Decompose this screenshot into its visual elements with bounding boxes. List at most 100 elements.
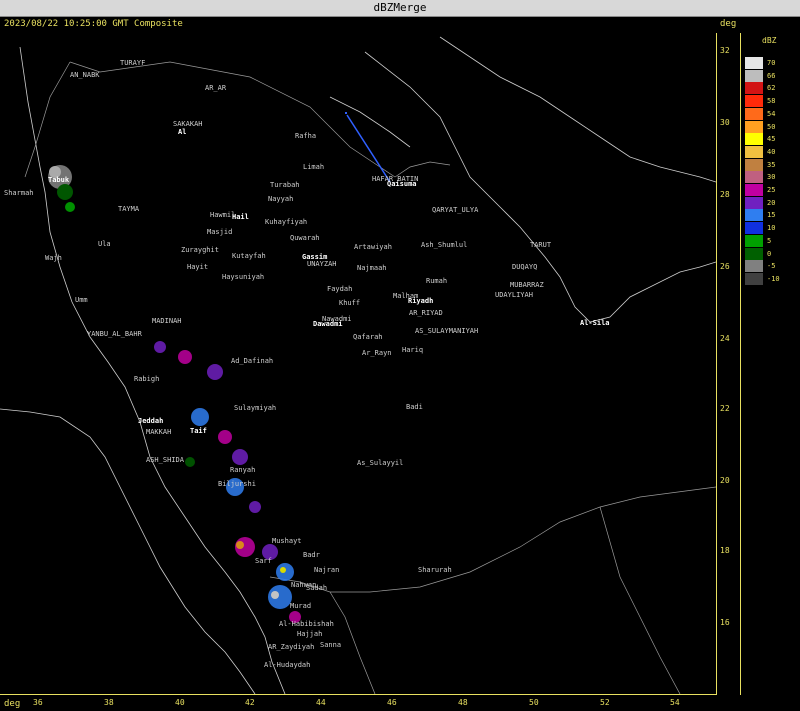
- legend-swatch: [745, 133, 763, 146]
- legend-swatch: [745, 158, 763, 171]
- city-label: Qaisuma: [387, 180, 417, 188]
- city-label: Ranyah: [230, 466, 256, 474]
- border-oman: [599, 506, 681, 694]
- legend-swatch: [745, 171, 763, 184]
- radar-streak: [345, 112, 347, 114]
- legend-level-label: 45: [767, 135, 776, 144]
- legend-level-label: 10: [767, 224, 776, 233]
- legend-swatch: [745, 69, 763, 82]
- longitude-tick-label: 40: [175, 698, 185, 707]
- legend-level-label: -10: [767, 274, 780, 283]
- city-label: Artawiyah: [354, 243, 392, 251]
- legend-level-label: 5: [767, 236, 772, 245]
- border-yemen: [269, 486, 716, 593]
- city-label: Kutayfah: [232, 252, 266, 260]
- legend-swatch: [745, 145, 763, 158]
- legend-level-label: 35: [767, 160, 776, 169]
- legend-swatch: [745, 196, 763, 209]
- city-label: Wajh: [45, 254, 62, 262]
- city-label: YANBU_AL_BAHR: [87, 330, 142, 338]
- city-label: Sanna: [320, 641, 342, 649]
- longitude-tick-label: 54: [670, 698, 680, 707]
- city-label: Rumah: [426, 277, 448, 285]
- legend-swatch: [745, 222, 763, 235]
- legend-level-label: 15: [767, 211, 776, 220]
- city-label: Qafarah: [353, 333, 383, 341]
- longitude-tick-label: 46: [387, 698, 397, 707]
- city-label: Sadah: [306, 584, 328, 592]
- legend-level-label: 58: [767, 97, 776, 106]
- legend-level-label: 54: [767, 109, 776, 118]
- city-label: Zurayghit: [181, 246, 219, 254]
- legend-title: dBZ: [762, 36, 777, 45]
- latitude-tick-label: 22: [720, 404, 730, 413]
- city-label: Rabigh: [134, 375, 160, 383]
- city-label: Ash_Shumlul: [421, 241, 468, 249]
- legend-level-label: 40: [767, 147, 776, 156]
- city-label: ASH_SHIDA: [146, 456, 184, 464]
- legend-level-label: 20: [767, 198, 776, 207]
- city-label: Khuff: [339, 299, 361, 307]
- city-label: AR_AR: [205, 84, 227, 92]
- longitude-tick-label: 38: [104, 698, 114, 707]
- city-label: Hajjah: [297, 630, 323, 638]
- city-label: TAYMA: [118, 205, 140, 213]
- legend-level-label: 30: [767, 173, 776, 182]
- legend-level-label: 62: [767, 84, 776, 93]
- legend-level-label: 66: [767, 71, 776, 80]
- city-label: Masjid: [207, 228, 233, 236]
- legend-level-label: 0: [767, 249, 772, 258]
- legend-swatch: [745, 82, 763, 95]
- city-label: Sulaymiyah: [234, 404, 277, 412]
- city-label: Rafha: [295, 132, 317, 140]
- legend-swatch: [745, 234, 763, 247]
- city-label: UDAYLIYAH: [495, 291, 533, 299]
- city-label: AR_RIYAD: [409, 309, 443, 317]
- city-label: As_Sulayyil: [357, 459, 404, 467]
- city-label: Hayit: [187, 263, 209, 271]
- border-north: [69, 61, 396, 178]
- border-jordan: [24, 61, 71, 178]
- city-label: Ar_Rayn: [362, 349, 392, 357]
- city-label: Quwarah: [290, 234, 320, 242]
- legend-swatch: [745, 120, 763, 133]
- city-label: AN_NABK: [70, 71, 100, 79]
- coastline-gulf-east: [439, 36, 716, 183]
- city-label: Najran: [314, 566, 340, 574]
- timestamp-label: 2023/08/22 10:25:00 GMT Composite: [4, 19, 183, 29]
- city-label: Sharurah: [418, 566, 452, 574]
- city-label: Faydah: [327, 285, 353, 293]
- city-label: Al-Sila: [580, 319, 610, 327]
- city-label: Ula: [98, 240, 111, 248]
- latitude-tick-label: 16: [720, 618, 730, 627]
- city-label: Badi: [406, 403, 423, 411]
- city-label: MUBARRAZ: [510, 281, 544, 289]
- latitude-tick-label: 28: [720, 190, 730, 199]
- coastline-iraq: [329, 96, 411, 148]
- city-label: Ad_Dafinah: [231, 357, 274, 365]
- window-title: dBZMerge: [373, 1, 427, 14]
- city-label: MADINAH: [152, 317, 182, 325]
- city-label: Al-Habibishah: [279, 620, 334, 628]
- city-label: Jeddah: [138, 417, 164, 425]
- city-label: Haysuniyah: [222, 273, 265, 281]
- map-geography: [0, 36, 716, 694]
- latitude-tick-label: 32: [720, 46, 730, 55]
- latitude-tick-label: 24: [720, 334, 730, 343]
- city-label: Riyadh: [408, 297, 434, 305]
- latitude-tick-label: 20: [720, 476, 730, 485]
- city-label: Najmaah: [357, 264, 387, 272]
- city-label: UNAYZAH: [307, 260, 337, 268]
- city-label: QARYAT_ULYA: [432, 206, 479, 214]
- legend-swatch: [745, 57, 763, 69]
- precip-tabuk: [48, 165, 75, 212]
- city-label: Taif: [190, 427, 207, 435]
- latitude-axis: [716, 33, 741, 695]
- city-label: Hariq: [402, 346, 424, 354]
- city-label: Sharmah: [4, 189, 34, 197]
- legend-swatch: [745, 247, 763, 260]
- legend-swatch: [745, 95, 763, 108]
- longitude-tick-label: 48: [458, 698, 468, 707]
- city-label: Kuhayfiyah: [265, 218, 308, 226]
- city-label: Murad: [290, 602, 312, 610]
